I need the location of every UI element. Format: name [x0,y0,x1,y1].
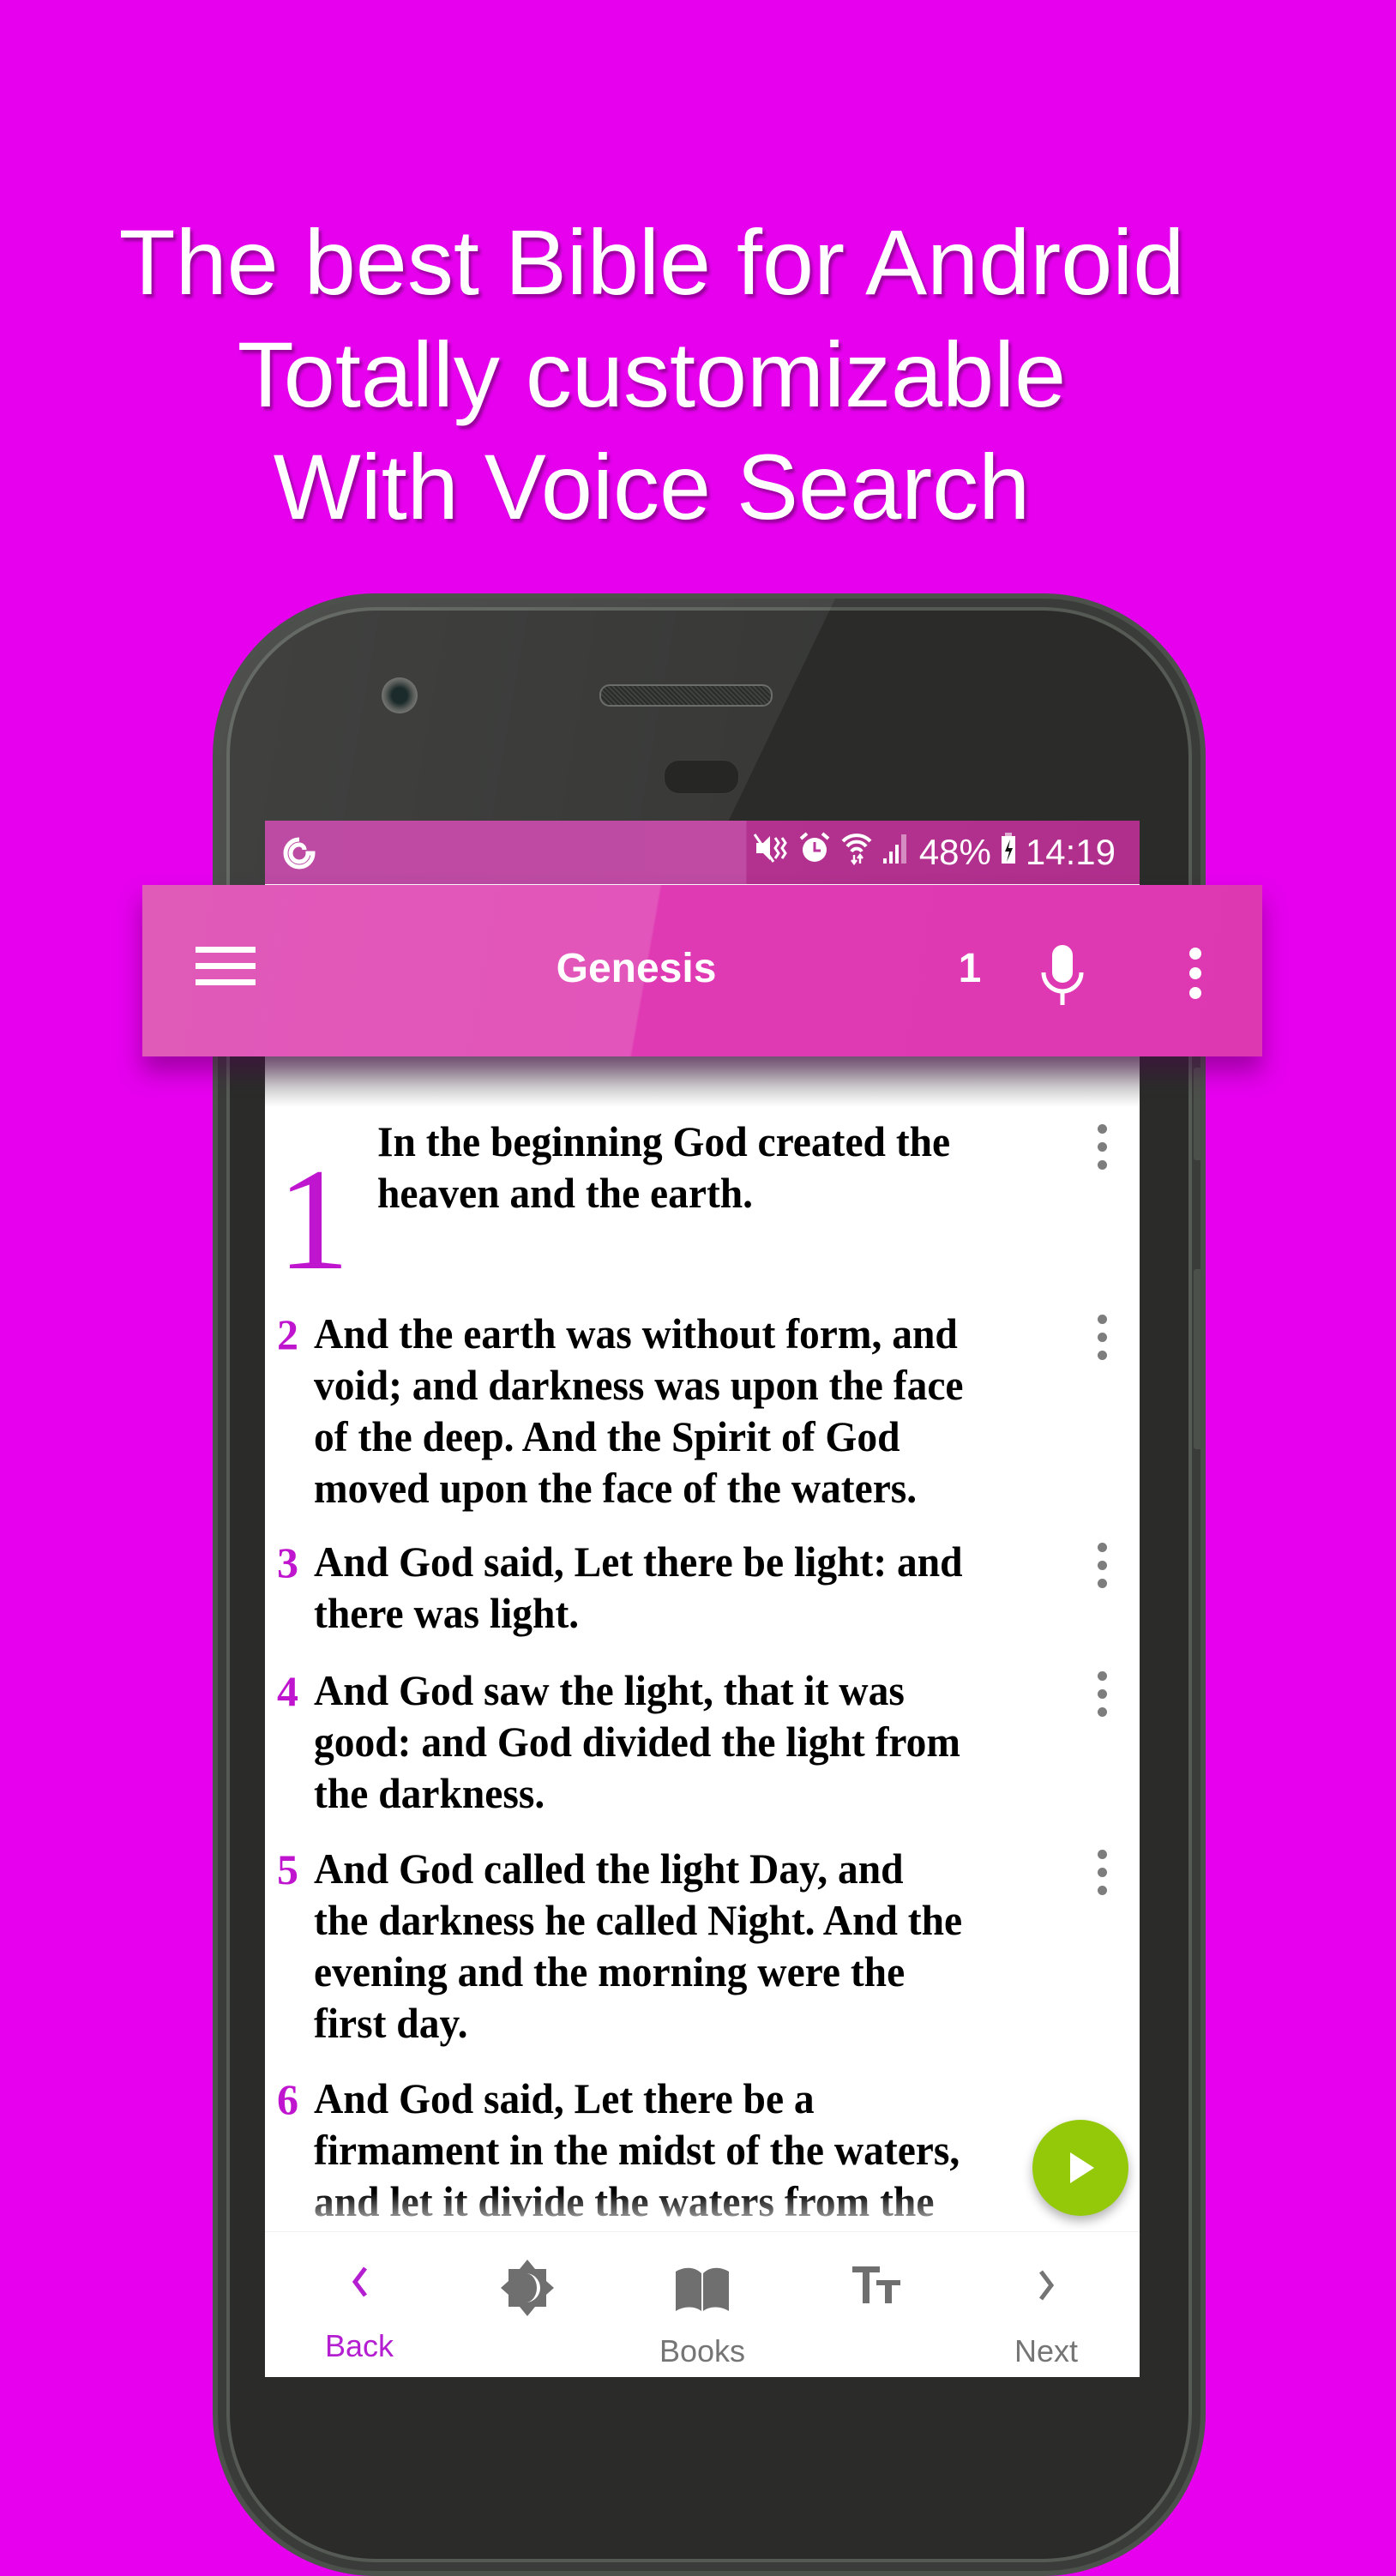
nav-books-button[interactable]: Books [634,2232,771,2377]
dot-icon [1097,1579,1107,1588]
nav-back-label: Back [324,2328,394,2363]
voice-search-button[interactable] [1038,943,1086,1009]
dot-icon [1097,1850,1107,1859]
verse-options-button[interactable] [1093,1850,1110,1904]
volume-button [1194,1068,1202,1160]
hamburger-menu-icon [196,947,256,985]
front-camera [382,677,418,713]
signal-icon [882,831,911,874]
verse-text: In the beginning God created the heaven … [377,1117,951,1217]
earpiece-speaker [599,684,773,707]
more-options-button[interactable] [1187,947,1204,1004]
verse-text: And the earth was without form, and void… [314,1309,964,1512]
chevron-right-icon [1039,2270,1055,2301]
headline-line-3: With Voice Search [273,435,1031,539]
text-size-icon [852,2266,900,2303]
microphone-icon [1041,945,1084,1005]
hamburger-menu-button[interactable] [196,945,256,996]
more-vert-icon [1189,948,1201,999]
content-fade [265,2193,1140,2231]
verse-text: And God called the light Day, and the da… [314,1845,963,2047]
notification-app-icon [282,836,316,875]
dot-icon [1097,1333,1107,1342]
book-open-icon [676,2267,729,2311]
play-icon [1070,2152,1094,2183]
dot-icon [1097,1351,1107,1360]
headline-line-1: The best Bible for Android [118,210,1185,314]
chevron-left-icon [352,2266,367,2297]
verse-text: And God saw the light, that it was good:… [314,1666,960,1817]
dot-icon [1097,1561,1107,1570]
nav-books-label: Books [659,2333,746,2368]
dot-icon [1097,1160,1107,1170]
app-toolbar: Genesis 1 [142,885,1262,1056]
play-audio-button[interactable] [1032,2120,1128,2216]
dot-icon [1097,1315,1107,1324]
wifi-icon [840,831,873,874]
clock-time: 14:19 [1025,832,1116,872]
status-bar: 48% 14:19 [265,821,1140,884]
night-mode-icon [501,2260,554,2316]
power-button [1194,1269,1204,1449]
dot-icon [1097,1707,1107,1717]
verse-number: 2 [277,1310,298,1358]
verse-number: 3 [277,1538,298,1586]
toolbar-shadow [265,1056,1140,1107]
nav-text-size-button[interactable] [808,2232,945,2377]
verse-number: 5 [277,1845,298,1893]
chapter-selector[interactable]: 1 [944,945,996,992]
verse-number: 6 [277,2075,298,2123]
verse-options-button[interactable] [1093,1671,1110,1725]
verse-text: And God said, Let there be light: and th… [314,1538,963,1637]
verse-options-button[interactable] [1093,1315,1110,1369]
nav-night-mode-button[interactable] [459,2232,596,2377]
dot-icon [1097,1142,1107,1152]
mute-vibrate-icon [753,831,789,874]
headline-line-2: Totally customizable [237,322,1067,426]
verse-options-button[interactable] [1093,1543,1110,1597]
dot-icon [1097,1543,1107,1552]
book-selector[interactable]: Genesis [499,945,773,992]
nav-next-label: Next [1014,2333,1079,2368]
promo-headline: The best Bible for Android Totally custo… [0,206,1303,543]
dot-icon [1097,1689,1107,1699]
dot-icon [1097,1886,1107,1895]
dot-icon [1097,1868,1107,1877]
verse-number: 1 [277,1139,350,1300]
dot-icon [1097,1124,1107,1134]
battery-charging-icon [1000,831,1017,874]
nav-back-button[interactable]: Back [291,2232,428,2377]
bottom-navigation: Back Books Next [265,2231,1140,2377]
verse-number: 4 [277,1667,298,1715]
proximity-sensor [664,760,739,794]
nav-next-button[interactable]: Next [978,2232,1115,2377]
dot-icon [1097,1671,1107,1681]
verse-options-button[interactable] [1093,1124,1110,1178]
alarm-icon [797,831,832,874]
battery-percent: 48% [918,832,991,872]
